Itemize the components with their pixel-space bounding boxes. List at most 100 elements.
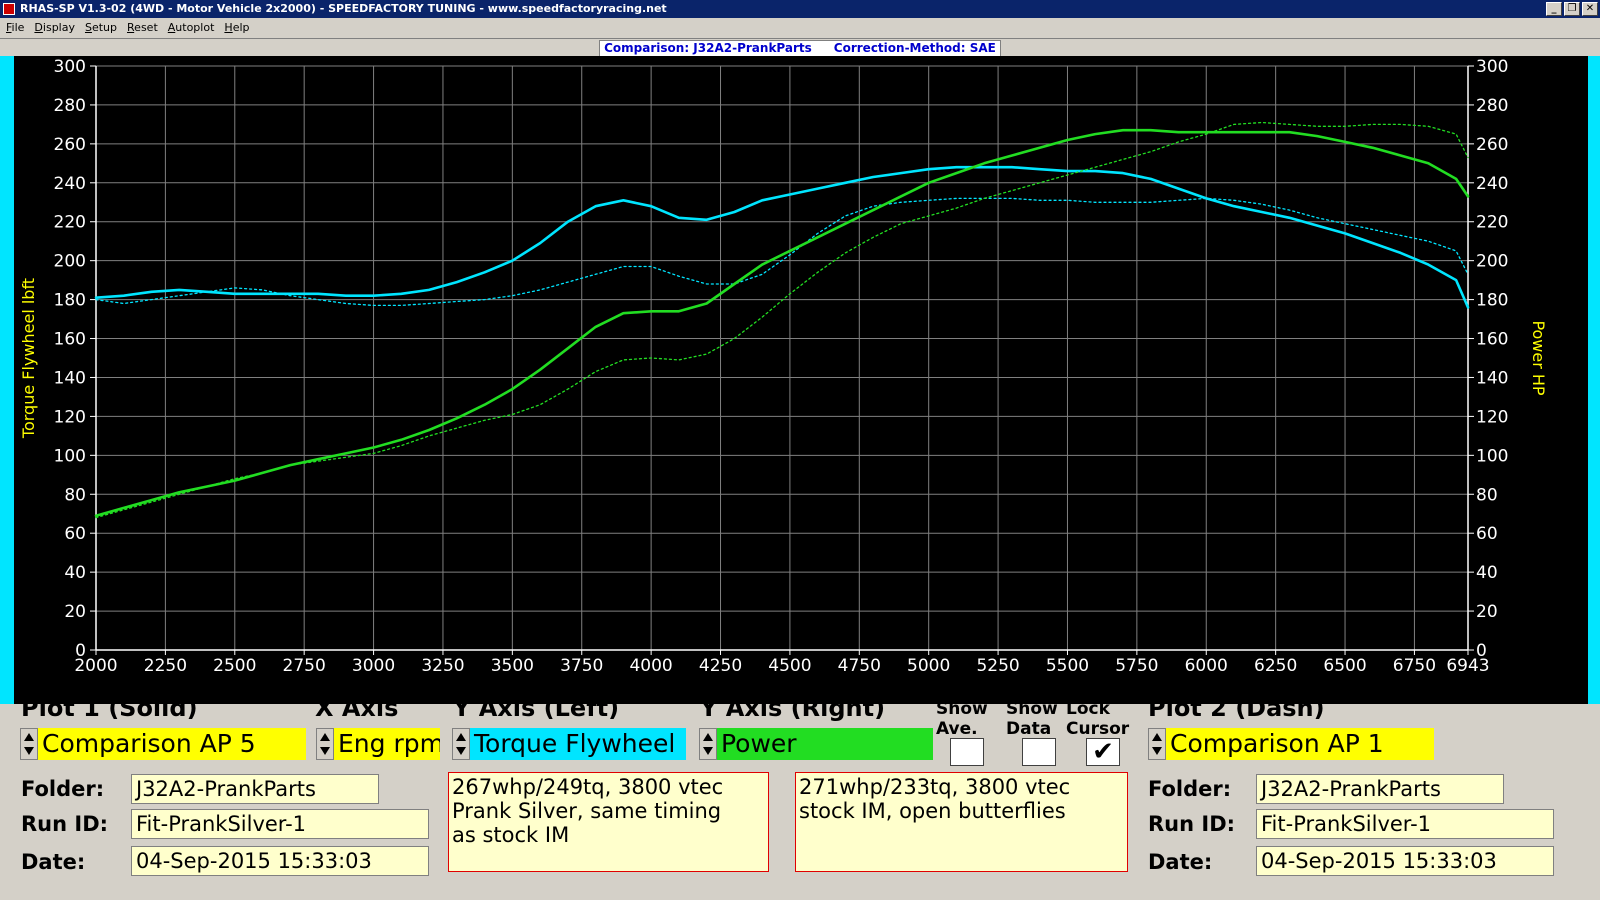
run2-runid-field[interactable]: Fit-PrankSilver-1 [1256,809,1554,839]
x-tick-label: 4500 [768,656,811,676]
x-tick-label: 4750 [838,656,881,676]
menu-help[interactable]: Help [218,18,253,38]
plot2-title: Plot 2 (Dash) [1148,694,1325,722]
x-tick-label: 6250 [1254,656,1297,676]
show-data-checkbox[interactable] [1022,738,1056,766]
app-icon [3,3,15,15]
show-ave-checkbox[interactable] [950,738,984,766]
run2-runid-label: Run ID: [1148,812,1236,836]
minimize-button[interactable]: _ [1546,2,1562,16]
menu-display[interactable]: Display [28,18,79,38]
y-left-tick-label: 20 [64,602,86,622]
x-tick-label: 2500 [213,656,256,676]
y-right-tick-label: 280 [1476,96,1508,116]
run2-date-label: Date: [1148,850,1213,874]
window-controls: _ ❐ ✕ [1546,2,1598,16]
lock-cursor-label-line2: Cursor [1066,719,1130,739]
x-tick-label: 4000 [629,656,672,676]
menu-file[interactable]: File [0,18,28,38]
run1-date-field[interactable]: 04-Sep-2015 15:33:03 [131,846,429,876]
x-tick-label: 3750 [560,656,603,676]
arrow-up-icon[interactable] [1152,733,1162,741]
y-left-tick-label: 260 [54,135,86,155]
y-left-tick-label: 220 [54,213,86,233]
run2-notes[interactable]: 271whp/233tq, 3800 vtec stock IM, open b… [795,772,1128,872]
show-ave-label-line1: Show [936,699,988,719]
y-right-tick-label: 60 [1476,524,1498,544]
menu-autoplot[interactable]: Autoplot [162,18,219,38]
y-left-tick-label: 300 [54,57,86,77]
plot1-spinner[interactable] [20,728,38,760]
y-left-tick-label: 140 [54,368,86,388]
control-panel: Plot 1 (Solid) X Axis Y Axis (Left) Y Ax… [0,694,1600,900]
arrow-down-icon[interactable] [320,747,330,755]
run1-folder-label: Folder: [21,777,105,801]
plot1-title: Plot 1 (Solid) [21,694,198,722]
xaxis-select[interactable]: Eng rpm [334,728,440,760]
y-left-tick-label: 120 [54,407,86,427]
x-tick-label: 5750 [1115,656,1158,676]
y-left-tick-label: 180 [54,291,86,311]
show-data-label-line1: Show [1006,699,1058,719]
x-tick-label: 4250 [699,656,742,676]
y-left-tick-label: 100 [54,446,86,466]
y-right-tick-label: 180 [1476,291,1508,311]
x-tick-label: 6000 [1185,656,1228,676]
lock-cursor-checkbox[interactable]: ✔ [1086,738,1120,766]
power-line-plot1 [94,128,1470,517]
menu-bar: File Display Setup Reset Autoplot Help [0,18,1600,38]
run2-folder-field[interactable]: J32A2-PrankParts [1256,774,1504,804]
arrow-down-icon[interactable] [24,747,34,755]
x-tick-label: 2250 [144,656,187,676]
right-edge-bar [1588,56,1600,704]
plot2-spinner[interactable] [1148,728,1166,760]
x-tick-label: 5000 [907,656,950,676]
y-right-tick-label: 40 [1476,563,1498,583]
plot2-select[interactable]: Comparison AP 1 [1166,728,1434,760]
run1-notes[interactable]: 267whp/249tq, 3800 vtec Prank Silver, sa… [448,772,769,872]
arrow-up-icon[interactable] [24,733,34,741]
run1-runid-field[interactable]: Fit-PrankSilver-1 [131,809,429,839]
chart-series [94,121,1470,519]
y-right-tick-label: 160 [1476,330,1508,350]
y-right-tick-label: 300 [1476,57,1508,77]
left-edge-bar [0,56,14,704]
dyno-chart[interactable]: 2000 2250 2500 2750 3000 3250 3500 3750 4000 4250… [14,56,1588,704]
arrow-down-icon[interactable] [1152,747,1162,755]
restore-button[interactable]: ❐ [1564,2,1580,16]
close-button[interactable]: ✕ [1582,2,1598,16]
plot1-select[interactable]: Comparison AP 5 [38,728,306,760]
yleft-title: Y Axis (Left) [453,694,620,722]
comparison-info: Comparison: J32A2-PrankParts Correction-M… [599,40,1001,57]
arrow-up-icon[interactable] [456,733,466,741]
y-right-tick-label: 100 [1476,446,1508,466]
xaxis-spinner[interactable] [316,728,334,760]
y-left-tick-label: 80 [64,485,86,505]
run2-date-field[interactable]: 04-Sep-2015 15:33:03 [1256,846,1554,876]
x-tick-label: 3250 [421,656,464,676]
lock-cursor-label: Lock Cursor [1066,699,1129,739]
x-tick-label: 6500 [1323,656,1366,676]
yright-spinner[interactable] [699,728,717,760]
run2-folder-label: Folder: [1148,777,1232,801]
yright-select[interactable]: Power [717,728,933,760]
torque-line-plot1 [94,165,1470,309]
menu-setup[interactable]: Setup [79,18,121,38]
arrow-up-icon[interactable] [703,733,713,741]
yleft-select[interactable]: Torque Flywheel [470,728,686,760]
show-data-label: Show Data [1006,699,1058,739]
arrow-up-icon[interactable] [320,733,330,741]
menu-reset[interactable]: Reset [121,18,162,38]
run1-folder-field[interactable]: J32A2-PrankParts [131,774,379,804]
x-tick-label: 5500 [1046,656,1089,676]
yright-title: Y Axis (Right) [700,694,886,722]
show-data-label-line2: Data [1006,719,1052,739]
title-bar: RHAS-SP V1.3-02 (4WD - Motor Vehicle 2x2… [0,0,1600,18]
x-tick-label: 5250 [976,656,1019,676]
arrow-down-icon[interactable] [703,747,713,755]
y-right-tick-label: 220 [1476,213,1508,233]
yleft-spinner[interactable] [452,728,470,760]
arrow-down-icon[interactable] [456,747,466,755]
y-right-tick-label: 260 [1476,135,1508,155]
y-right-tick-label: 80 [1476,485,1498,505]
